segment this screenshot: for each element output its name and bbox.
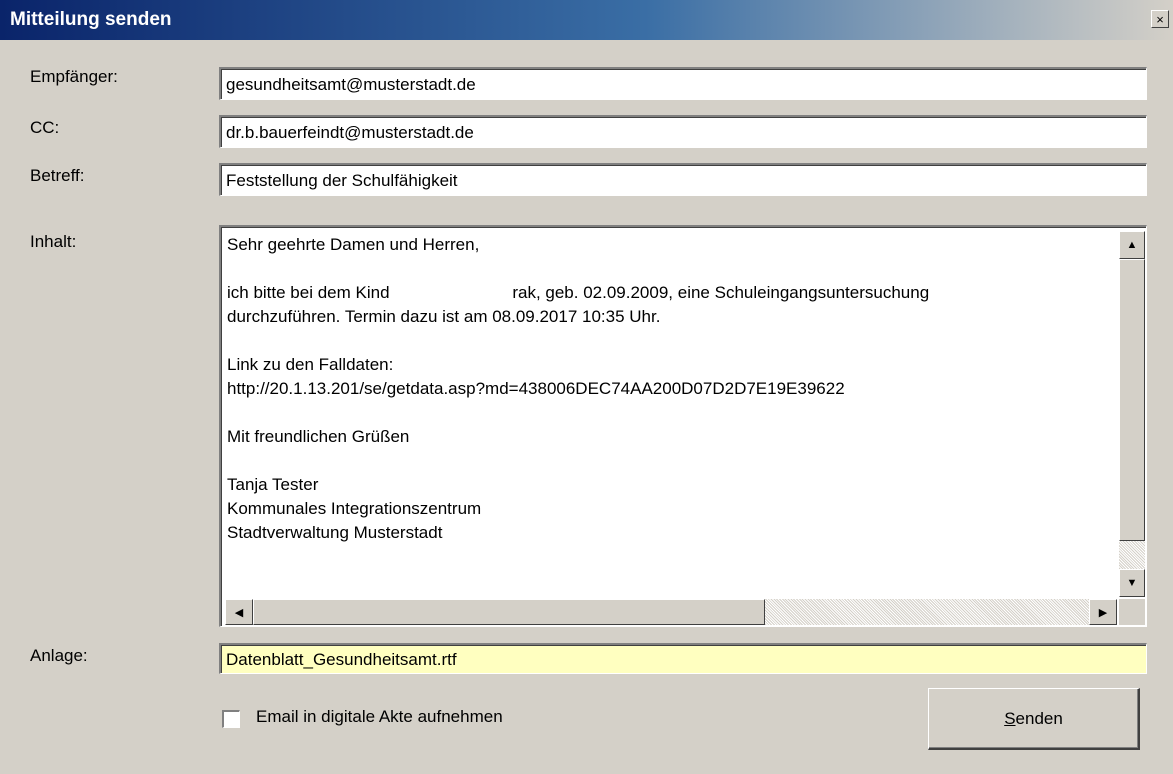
scroll-up-icon: ▲ — [1126, 239, 1138, 251]
scroll-down-button[interactable]: ▼ — [1119, 569, 1145, 597]
recipient-field[interactable]: gesundheitsamt@musterstadt.de — [219, 67, 1147, 100]
title-bar[interactable]: Mitteilung senden × — [0, 0, 1173, 40]
send-button-label: enden — [1015, 708, 1063, 728]
scroll-up-button[interactable]: ▲ — [1119, 231, 1145, 259]
close-icon: × — [1156, 11, 1164, 27]
cc-field[interactable]: dr.b.bauerfeindt@musterstadt.de — [219, 115, 1147, 148]
content-line: Tanja Tester — [227, 475, 319, 494]
scrollbar-corner — [1119, 599, 1145, 625]
horizontal-scrollbar[interactable]: ◀ ▶ — [225, 599, 1117, 625]
vertical-scrollbar[interactable]: ▲ ▼ — [1119, 231, 1145, 597]
content-line — [227, 329, 1107, 353]
send-button-mnemonic: S — [1004, 708, 1016, 728]
vertical-scroll-thumb[interactable] — [1119, 259, 1145, 541]
scroll-left-icon: ◀ — [234, 606, 244, 619]
subject-field[interactable]: Feststellung der Schulfähigkeit — [219, 163, 1147, 196]
content-line: Stadtverwaltung Musterstadt — [227, 523, 443, 542]
close-button[interactable]: × — [1151, 10, 1169, 28]
scroll-right-button[interactable]: ▶ — [1089, 599, 1117, 625]
scroll-down-icon: ▼ — [1126, 577, 1138, 589]
archive-checkbox[interactable] — [222, 710, 240, 728]
content-line: durchzuführen. Termin dazu ist am 08.09.… — [227, 307, 661, 326]
horizontal-scroll-thumb[interactable] — [253, 599, 765, 625]
content-label: Inhalt: — [30, 232, 77, 251]
attachment-field[interactable]: Datenblatt_Gesundheitsamt.rtf — [219, 643, 1147, 674]
window-title: Mitteilung senden — [10, 9, 172, 30]
recipient-label: Empfänger: — [30, 67, 118, 86]
content-line — [227, 449, 1107, 473]
content-textarea[interactable]: Sehr geehrte Damen und Herren, ich bitte … — [219, 225, 1147, 627]
content-line: http://20.1.13.201/se/getdata.asp?md=438… — [227, 379, 845, 398]
content-line: Sehr geehrte Damen und Herren, — [227, 235, 480, 254]
scroll-right-icon: ▶ — [1098, 606, 1108, 619]
content-line — [227, 401, 1107, 425]
content-line: Mit freundlichen Grüßen — [227, 427, 410, 446]
content-line — [227, 257, 1107, 281]
scroll-left-button[interactable]: ◀ — [225, 599, 253, 625]
content-line: Link zu den Falldaten: — [227, 355, 394, 374]
content-line: Kommunales Integrationszentrum — [227, 499, 482, 518]
content-text[interactable]: Sehr geehrte Damen und Herren, ich bitte … — [227, 233, 1107, 545]
send-button[interactable]: Senden — [928, 688, 1140, 750]
cc-label: CC: — [30, 118, 60, 137]
archive-checkbox-label[interactable]: Email in digitale Akte aufnehmen — [256, 707, 503, 727]
content-line: ich bitte bei dem Kind rak, geb. 02.09.2… — [227, 283, 930, 302]
attachment-label: Anlage: — [30, 646, 88, 665]
subject-label: Betreff: — [30, 166, 85, 185]
